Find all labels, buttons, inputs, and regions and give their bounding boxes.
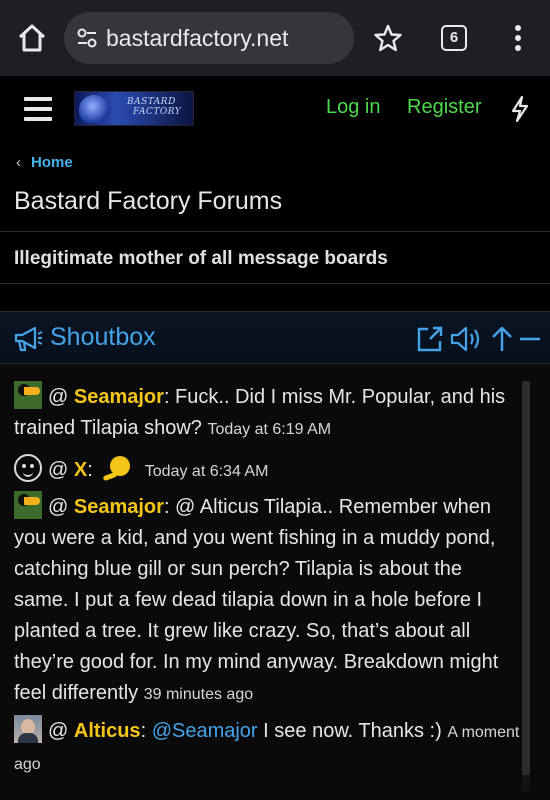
- site-settings-icon[interactable]: [76, 27, 98, 49]
- shout-message: @ Alticus: @Seamajor I see now. Thanks :…: [14, 715, 520, 780]
- bookmark-star-icon[interactable]: [372, 22, 404, 54]
- collapse-icon[interactable]: [518, 325, 542, 353]
- username-link[interactable]: Seamajor: [74, 496, 164, 518]
- shoutbox-controls: [416, 325, 544, 353]
- avatar[interactable]: [14, 491, 42, 519]
- hamburger-menu-icon[interactable]: [24, 97, 52, 121]
- megaphone-icon: [14, 326, 43, 352]
- page-title: Bastard Factory Forums: [14, 187, 283, 215]
- popout-icon[interactable]: [416, 325, 444, 353]
- shoutbox-scrollbar-thumb[interactable]: [522, 381, 530, 775]
- register-link[interactable]: Register: [407, 96, 481, 119]
- message-text: : @ Alticus Tilapia.. Remember when you …: [14, 496, 499, 704]
- message-timestamp: 39 minutes ago: [143, 686, 254, 703]
- username-link[interactable]: X: [74, 459, 87, 481]
- page-tagline: Illegitimate mother of all message board…: [14, 248, 388, 269]
- scroll-up-icon[interactable]: [490, 325, 514, 353]
- avatar[interactable]: [14, 715, 42, 743]
- login-link[interactable]: Log in: [326, 96, 381, 119]
- shout-message: @ Seamajor: @ Alticus Tilapia.. Remember…: [14, 491, 520, 710]
- shoutbox-title: Shoutbox: [50, 323, 156, 351]
- site-header: BASTARD FACTORY Log in Register: [0, 76, 550, 140]
- shout-message: @ X: Today at 6:34 AM: [14, 454, 520, 487]
- url-text: bastardfactory.net: [106, 25, 289, 51]
- breadcrumb-home-link[interactable]: Home: [31, 154, 73, 171]
- tab-switcher-icon[interactable]: 6: [441, 25, 467, 51]
- message-text: :: [87, 459, 93, 481]
- message-text: I see now. Thanks :): [257, 720, 442, 742]
- username-link[interactable]: Seamajor: [74, 386, 164, 408]
- logo-face-graphic: [79, 95, 109, 123]
- browser-toolbar: bastardfactory.net 6: [0, 0, 550, 76]
- breadcrumb: ‹ Home: [16, 154, 73, 171]
- logo-text: BASTARD FACTORY: [127, 97, 182, 117]
- home-icon[interactable]: [16, 22, 48, 54]
- shoutbox-header: Shoutbox: [0, 312, 550, 364]
- more-menu-icon[interactable]: [508, 22, 528, 54]
- shoutbox-messages: @ Seamajor: Fuck.. Did I miss Mr. Popula…: [0, 381, 520, 791]
- avatar[interactable]: [14, 381, 42, 409]
- address-bar[interactable]: bastardfactory.net: [64, 12, 354, 64]
- sound-icon[interactable]: [450, 325, 484, 353]
- lightning-bolt-icon[interactable]: [508, 95, 532, 123]
- laughing-emoji-icon: [103, 455, 133, 481]
- mention-link[interactable]: @Seamajor: [152, 720, 258, 742]
- chevron-left-icon: ‹: [16, 154, 21, 171]
- message-timestamp: Today at 6:19 AM: [207, 421, 332, 438]
- tagline-box: Illegitimate mother of all message board…: [0, 231, 550, 284]
- message-timestamp: Today at 6:34 AM: [144, 463, 269, 480]
- username-link[interactable]: Alticus: [74, 720, 141, 742]
- shout-message: @ Seamajor: Fuck.. Did I miss Mr. Popula…: [14, 381, 520, 445]
- site-logo[interactable]: BASTARD FACTORY: [74, 91, 194, 126]
- avatar[interactable]: [14, 454, 42, 482]
